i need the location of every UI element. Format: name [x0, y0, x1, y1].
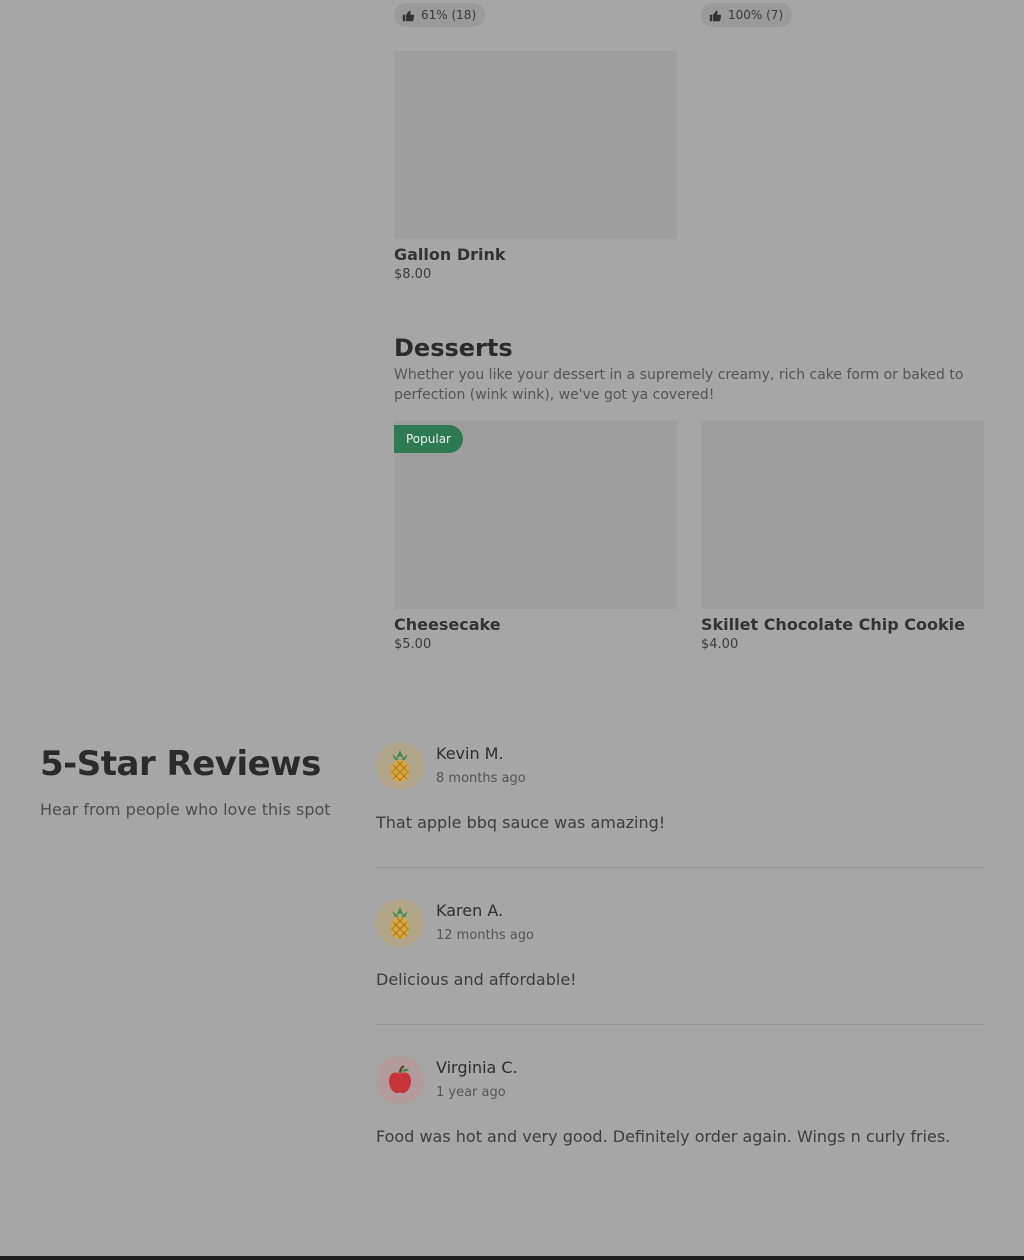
reviewer-name: Virginia C. — [436, 1058, 518, 1077]
thumbs-up-icon — [402, 10, 415, 21]
menu-item-price: $4.00 — [701, 637, 739, 652]
review-time: 12 months ago — [436, 928, 534, 943]
menu-item-price: $5.00 — [394, 637, 432, 652]
menu-item-price: $8.00 — [394, 267, 432, 282]
rating-label: 61% (18) — [421, 8, 477, 22]
review-item: Kevin M. 8 months ago That apple bbq sau… — [376, 742, 984, 842]
menu-item-image[interactable]: Popular — [394, 421, 677, 609]
divider — [376, 1024, 984, 1025]
avatar — [376, 1056, 424, 1104]
rating-pill: 100% (7) — [701, 3, 793, 27]
menu-item-name: Skillet Chocolate Chip Cookie — [701, 615, 965, 634]
avatar — [376, 899, 424, 947]
reviewer-name: Karen A. — [436, 901, 504, 920]
menu-item-name: Cheesecake — [394, 615, 501, 634]
reviews-subtitle: Hear from people who love this spot — [40, 800, 331, 819]
review-text: Delicious and affordable! — [376, 970, 577, 989]
pineapple-icon — [390, 750, 410, 782]
avatar — [376, 742, 424, 790]
menu-item-image[interactable] — [394, 51, 677, 239]
reviews-title: 5-Star Reviews — [40, 744, 321, 784]
rating-pill: 61% (18) — [394, 3, 486, 27]
review-text: Food was hot and very good. Definitely o… — [376, 1127, 951, 1146]
menu-item-name: Gallon Drink — [394, 245, 506, 264]
apple-icon — [389, 1065, 411, 1094]
menu-item-card[interactable]: Skillet Chocolate Chip Cookie $4.00 — [701, 421, 984, 652]
menu-item-image[interactable] — [701, 421, 984, 609]
review-time: 1 year ago — [436, 1085, 506, 1100]
menu-item-card[interactable]: Gallon Drink $8.00 — [394, 51, 677, 282]
rating-label: 100% (7) — [728, 8, 784, 22]
review-time: 8 months ago — [436, 771, 526, 786]
thumbs-up-icon — [709, 10, 722, 21]
bottom-bar — [0, 1256, 1024, 1260]
review-item: Virginia C. 1 year ago Food was hot and … — [376, 1056, 984, 1156]
divider — [376, 867, 984, 868]
reviewer-name: Kevin M. — [436, 744, 504, 763]
popular-badge: Popular — [394, 425, 463, 453]
review-text: That apple bbq sauce was amazing! — [376, 813, 666, 832]
section-description: Whether you like your dessert in a supre… — [394, 367, 964, 403]
review-item: Karen A. 12 months ago Delicious and aff… — [376, 899, 984, 999]
section-title: Desserts — [394, 334, 513, 362]
menu-item-card[interactable]: Popular Cheesecake $5.00 — [394, 421, 677, 652]
pineapple-icon — [390, 907, 410, 939]
